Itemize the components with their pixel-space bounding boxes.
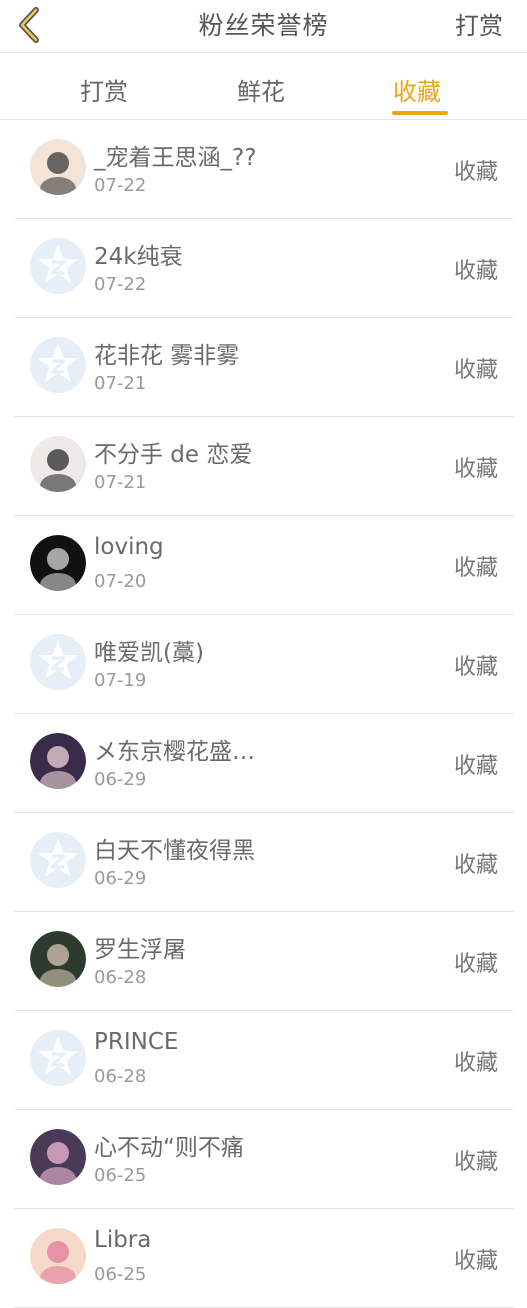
favorite-label: 收藏	[453, 1150, 498, 1175]
list-item[interactable]: 罗生浮屠 06-28 收藏	[14, 912, 514, 1011]
default-avatar-icon	[30, 1030, 86, 1086]
favorite-label: 收藏	[453, 1051, 498, 1076]
favorite-label: 收藏	[453, 259, 498, 284]
fan-date: 06-28	[94, 967, 147, 988]
user-avatar	[30, 1228, 86, 1284]
fan-name: メ东京樱花盛…	[94, 739, 255, 765]
fan-date: 06-28	[94, 1066, 147, 1087]
favorite-label: 收藏	[453, 853, 498, 878]
fan-name: loving	[94, 534, 164, 560]
list-item[interactable]: PRINCE 06-28 收藏	[14, 1011, 514, 1110]
fan-date: 06-25	[94, 1165, 147, 1186]
fan-date: 07-19	[94, 670, 147, 691]
list-item[interactable]: _宠着王思涵_?? 07-22 收藏	[14, 120, 514, 219]
fan-date: 07-21	[94, 373, 147, 394]
favorite-label: 收藏	[453, 655, 498, 680]
fan-date: 07-22	[94, 274, 147, 295]
fan-name: 不分手 de 恋爱	[94, 442, 253, 468]
active-tab-indicator	[392, 111, 448, 115]
tab-reward[interactable]: 打赏	[80, 72, 128, 107]
default-avatar-icon	[30, 337, 86, 393]
list-item[interactable]: 白天不懂夜得黑 06-29 收藏	[14, 813, 514, 912]
tab-favorites[interactable]: 收藏	[393, 72, 441, 107]
user-avatar	[30, 535, 86, 591]
fan-name: 24k纯衰	[94, 244, 183, 270]
default-avatar-icon	[30, 238, 86, 294]
fan-name: PRINCE	[94, 1029, 179, 1055]
default-avatar-icon	[30, 832, 86, 888]
reward-button[interactable]: 打赏	[455, 6, 503, 41]
list-item[interactable]: 花非花 雾非雾 07-21 收藏	[14, 318, 514, 417]
fan-name: 罗生浮屠	[94, 937, 186, 963]
list-item[interactable]: 心不动“则不痛 06-25 收藏	[14, 1110, 514, 1209]
list-item[interactable]: 24k纯衰 07-22 收藏	[14, 219, 514, 318]
favorite-label: 收藏	[453, 457, 498, 482]
user-avatar	[30, 139, 86, 195]
list-item[interactable]: メ东京樱花盛… 06-29 收藏	[14, 714, 514, 813]
user-avatar	[30, 733, 86, 789]
default-avatar-icon	[30, 634, 86, 690]
tab-flowers[interactable]: 鲜花	[237, 72, 285, 107]
fan-date: 07-20	[94, 571, 147, 592]
favorite-label: 收藏	[453, 358, 498, 383]
fan-name: 白天不懂夜得黑	[94, 838, 255, 864]
fan-name: 心不动“则不痛	[94, 1135, 244, 1161]
list-item[interactable]: 唯爱凯(藁) 07-19 收藏	[14, 615, 514, 714]
fan-list: _宠着王思涵_?? 07-22 收藏 24k纯衰 07-22 收藏 花非花 雾非雾 07-21…	[14, 120, 514, 1308]
favorite-label: 收藏	[453, 556, 498, 581]
tab-bar: 打赏 鲜花 收藏	[0, 53, 527, 120]
list-item[interactable]: Libra 06-25 收藏	[14, 1209, 514, 1308]
favorite-label: 收藏	[453, 952, 498, 977]
fan-date: 06-25	[94, 1264, 147, 1285]
app-header: 粉丝荣誉榜 打赏	[0, 0, 527, 53]
favorite-label: 收藏	[453, 754, 498, 779]
fan-date: 06-29	[94, 769, 147, 790]
user-avatar	[30, 436, 86, 492]
fan-name: _宠着王思涵_??	[94, 145, 257, 171]
fan-date: 07-21	[94, 472, 147, 493]
fan-name: 花非花 雾非雾	[94, 343, 240, 369]
list-item[interactable]: loving 07-20 收藏	[14, 516, 514, 615]
fan-date: 07-22	[94, 175, 147, 196]
page-title: 粉丝荣誉榜	[198, 11, 329, 40]
fan-date: 06-29	[94, 868, 147, 889]
favorite-label: 收藏	[453, 1249, 498, 1274]
favorite-label: 收藏	[453, 160, 498, 185]
fan-name: 唯爱凯(藁)	[94, 640, 204, 666]
user-avatar	[30, 1129, 86, 1185]
user-avatar	[30, 931, 86, 987]
fan-name: Libra	[94, 1227, 152, 1253]
list-item[interactable]: 不分手 de 恋爱 07-21 收藏	[14, 417, 514, 516]
